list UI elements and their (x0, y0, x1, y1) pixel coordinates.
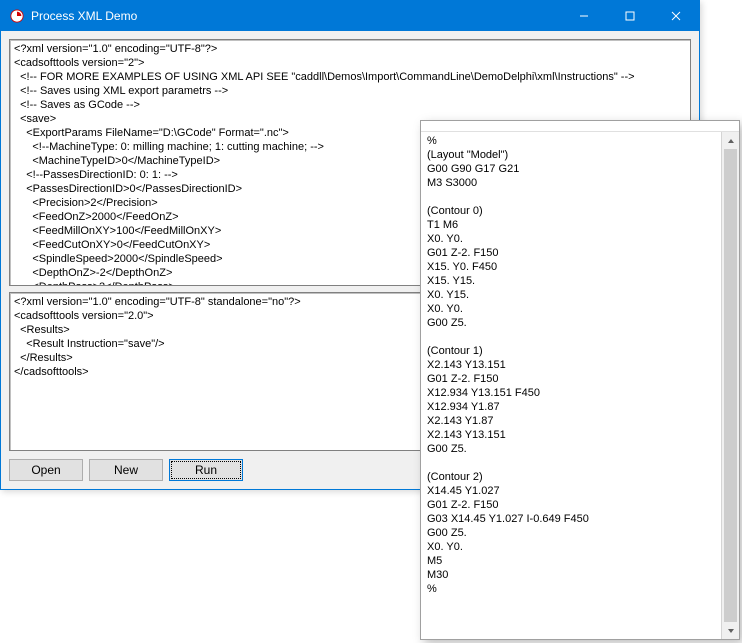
gcode-output-window: % (Layout "Model") G00 G90 G17 G21 M3 S3… (420, 120, 740, 640)
close-button[interactable] (653, 1, 699, 31)
window-title: Process XML Demo (31, 9, 561, 23)
window-buttons (561, 1, 699, 31)
run-button-label: Run (195, 463, 217, 477)
new-button[interactable]: New (89, 459, 163, 481)
new-button-label: New (114, 463, 138, 477)
scroll-up-arrow-icon[interactable] (722, 132, 739, 149)
gcode-output-text: % (Layout "Model") G00 G90 G17 G21 M3 S3… (421, 132, 739, 598)
run-button[interactable]: Run (169, 459, 243, 481)
gcode-titlebar (421, 121, 739, 132)
scroll-track[interactable] (722, 149, 739, 622)
gcode-body[interactable]: % (Layout "Model") G00 G90 G17 G21 M3 S3… (421, 132, 739, 639)
open-button[interactable]: Open (9, 459, 83, 481)
scroll-down-arrow-icon[interactable] (722, 622, 739, 639)
vertical-scrollbar[interactable] (721, 132, 739, 639)
minimize-button[interactable] (561, 1, 607, 31)
app-icon (9, 8, 25, 24)
maximize-button[interactable] (607, 1, 653, 31)
open-button-label: Open (31, 463, 60, 477)
titlebar: Process XML Demo (1, 1, 699, 31)
scroll-thumb[interactable] (724, 149, 737, 622)
